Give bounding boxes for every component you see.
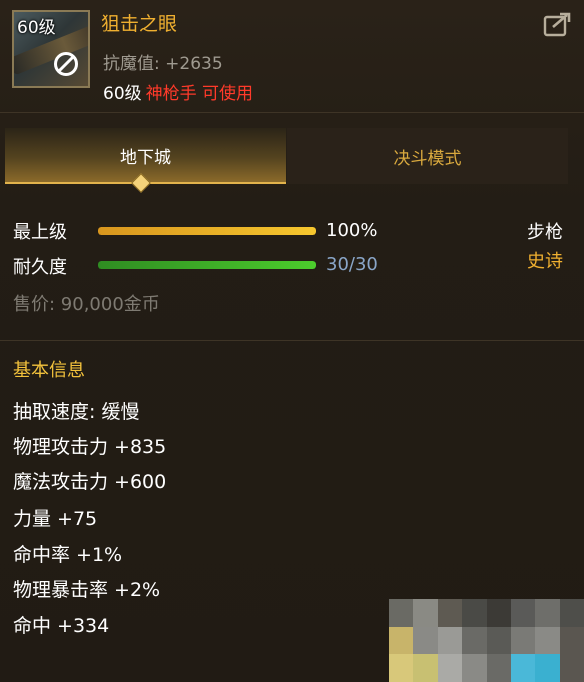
- no-entry-icon: [54, 52, 78, 76]
- upgrade-bar: [98, 227, 316, 235]
- item-header: 60级 狙击之眼 抗魔值: +2635 60级 神枪手 可使用: [0, 0, 584, 112]
- durability-label: 耐久度: [13, 257, 67, 278]
- header-divider: [0, 112, 584, 113]
- attribute-line: 物理攻击力 +835: [13, 436, 167, 458]
- basic-info-title: 基本信息: [13, 360, 85, 381]
- tab-duel-mode[interactable]: 决斗模式: [287, 128, 568, 184]
- durability-bar-fill: [98, 261, 316, 269]
- weapon-icon: 60级: [12, 10, 90, 88]
- tab-dungeon[interactable]: 地下城: [5, 128, 286, 184]
- attribute-line: 力量 +75: [13, 508, 98, 530]
- item-tooltip-panel: 60级 狙击之眼 抗魔值: +2635 60级 神枪手 可使用 地下城 决斗模式 …: [0, 0, 584, 682]
- durability-value: 30/30: [326, 254, 378, 275]
- attribute-line: 物理暴击率 +2%: [13, 579, 161, 601]
- item-requirement: 60级 神枪手 可使用: [103, 79, 253, 104]
- upgrade-label: 最上级: [13, 222, 67, 243]
- weapon-type: 步枪: [527, 222, 563, 243]
- share-icon[interactable]: [543, 11, 573, 37]
- mosaic-overlay: [389, 599, 584, 682]
- tab-dungeon-label: 地下城: [120, 147, 171, 168]
- required-level: 60级: [103, 84, 142, 104]
- required-class: 神枪手 可使用: [145, 84, 254, 104]
- sell-price: 售价: 90,000金币: [13, 294, 160, 315]
- section-divider: [0, 340, 584, 341]
- item-stat-line: 抗魔值: +2635: [103, 54, 223, 74]
- item-level-badge: 60级: [17, 18, 56, 38]
- tab-duel-label: 决斗模式: [393, 148, 462, 169]
- rarity-label: 史诗: [527, 251, 563, 272]
- attribute-line: 命中率 +1%: [13, 544, 123, 566]
- durability-bar: [98, 261, 316, 269]
- upgrade-bar-fill: [98, 227, 316, 235]
- upgrade-value: 100%: [326, 220, 378, 241]
- item-name: 狙击之眼: [101, 13, 178, 35]
- attribute-line: 抽取速度: 缓慢: [13, 401, 140, 423]
- attribute-line: 魔法攻击力 +600: [13, 471, 167, 493]
- attribute-line: 命中 +334: [13, 615, 110, 637]
